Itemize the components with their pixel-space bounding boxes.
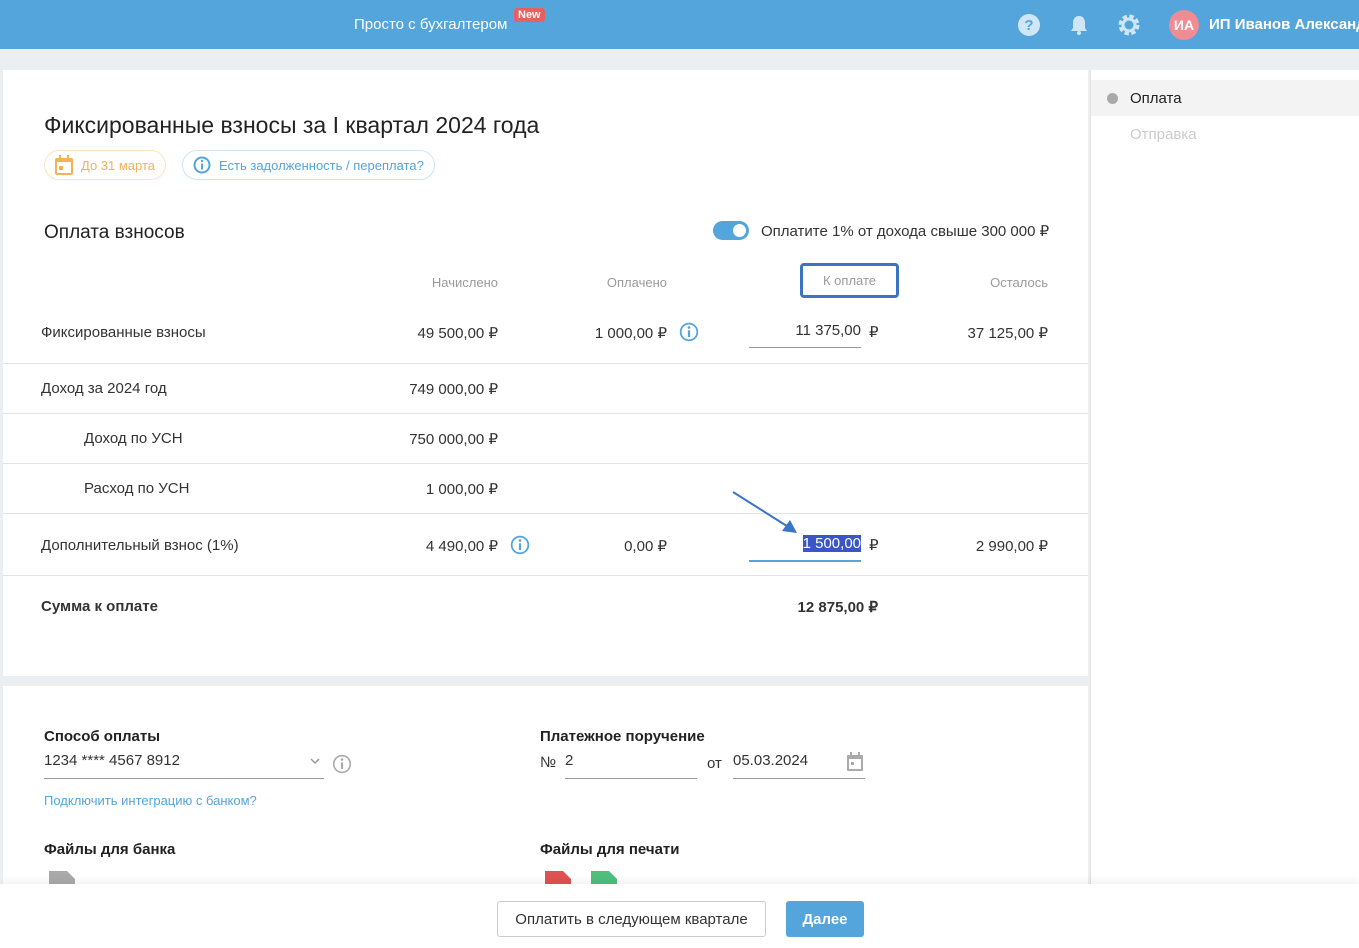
- info-icon[interactable]: [332, 754, 352, 774]
- accrued-value: 1 000,00 ₽: [425, 481, 498, 498]
- divider: [3, 413, 1088, 414]
- accrued-value: 49 500,00 ₽: [417, 325, 498, 342]
- col-to-pay: К оплате: [800, 263, 899, 298]
- row-label: Расход по УСН: [84, 480, 190, 497]
- avatar[interactable]: ИА: [1169, 10, 1199, 40]
- order-number-input[interactable]: 2: [565, 752, 697, 779]
- toggle-label: Оплатите 1% от дохода свыше 300 000 ₽: [761, 223, 1050, 240]
- debt-link-text: Есть задолженность / переплата?: [219, 157, 424, 173]
- order-date-input[interactable]: 05.03.2024: [733, 752, 865, 779]
- sidebar: Оплата Отправка: [1090, 70, 1359, 948]
- page-title: Фиксированные взносы за I квартал 2024 г…: [44, 112, 540, 138]
- chevron-down-icon: [310, 758, 320, 765]
- payment-card: [3, 70, 1088, 676]
- sidebar-item-label: Оплата: [1130, 90, 1182, 107]
- divider: [3, 513, 1088, 514]
- deadline-badge: До 31 марта: [44, 150, 167, 180]
- debt-link[interactable]: Есть задолженность / переплата?: [182, 150, 435, 180]
- svg-text:?: ?: [1024, 17, 1033, 34]
- col-left: Осталось: [990, 275, 1048, 290]
- accrued-value: 749 000,00 ₽: [409, 381, 498, 398]
- col-paid: Оплачено: [606, 275, 667, 290]
- pdf-file-icon[interactable]: [545, 871, 571, 885]
- print-files-label: Файлы для печати: [540, 841, 680, 858]
- to-pay-fixed-input[interactable]: 11 375,00: [749, 322, 861, 348]
- arrow-icon: [732, 491, 797, 533]
- sidebar-item-sending[interactable]: Отправка: [1130, 126, 1197, 143]
- bank-integration-link[interactable]: Подключить интеграцию с банком?: [44, 793, 257, 808]
- gear-icon[interactable]: [1117, 13, 1141, 37]
- info-icon: [193, 156, 211, 174]
- currency: ₽: [869, 537, 879, 554]
- excel-file-icon[interactable]: [591, 871, 617, 885]
- left-value: 2 990,00 ₽: [975, 538, 1048, 555]
- top-bar: Просто с бухгалтером New ? ИА ИП Иванов …: [0, 0, 1359, 49]
- order-label: Платежное поручение: [540, 728, 705, 745]
- info-icon[interactable]: [510, 535, 530, 555]
- one-percent-toggle[interactable]: [713, 221, 749, 240]
- date-value: 05.03.2024: [733, 752, 809, 769]
- currency: ₽: [869, 324, 879, 341]
- number-prefix: №: [540, 754, 557, 771]
- pay-next-quarter-button[interactable]: Оплатить в следующем квартале: [497, 901, 766, 937]
- to-pay-extra-input[interactable]: 1 500,00: [749, 535, 861, 562]
- divider: [3, 575, 1088, 576]
- info-icon[interactable]: [679, 322, 699, 342]
- section-title: Оплата взносов: [44, 222, 185, 243]
- method-label: Способ оплаты: [44, 728, 161, 745]
- sidebar-item-payment[interactable]: Оплата: [1091, 80, 1359, 116]
- col-accrued: Начислено: [431, 275, 498, 290]
- left-value: 37 125,00 ₽: [967, 325, 1048, 342]
- divider: [3, 363, 1088, 364]
- calendar-icon[interactable]: [847, 752, 863, 772]
- select-value: 1234 **** 4567 8912: [44, 752, 180, 769]
- row-label: Доход за 2024 год: [41, 380, 167, 397]
- file-icon[interactable]: [49, 871, 75, 885]
- paid-value: 0,00 ₽: [624, 538, 667, 555]
- row-label: Фиксированные взносы: [41, 324, 206, 341]
- paid-value: 1 000,00 ₽: [594, 325, 667, 342]
- calendar-icon: [55, 155, 73, 175]
- date-prefix: от: [707, 755, 722, 772]
- row-label: Доход по УСН: [84, 430, 183, 447]
- accrued-value: 4 490,00 ₽: [425, 538, 498, 555]
- bank-files-label: Файлы для банка: [44, 841, 176, 858]
- brand-link[interactable]: Просто с бухгалтером: [354, 16, 507, 33]
- divider: [3, 463, 1088, 464]
- deadline-text: До 31 марта: [81, 157, 156, 173]
- selected-value: 1 500,00: [802, 535, 861, 552]
- total-value: 12 875,00 ₽: [797, 599, 878, 616]
- total-label: Сумма к оплате: [41, 598, 158, 615]
- accrued-value: 750 000,00 ₽: [409, 431, 498, 448]
- help-icon[interactable]: ?: [1017, 13, 1041, 37]
- next-button[interactable]: Далее: [786, 901, 864, 937]
- user-name[interactable]: ИП Иванов Александ: [1209, 16, 1359, 33]
- row-label: Дополнительный взнос (1%): [41, 537, 239, 554]
- step-dot-icon: [1107, 93, 1118, 104]
- bell-icon[interactable]: [1067, 13, 1091, 37]
- new-badge: New: [514, 8, 545, 22]
- payment-method-select[interactable]: 1234 **** 4567 8912: [44, 752, 324, 779]
